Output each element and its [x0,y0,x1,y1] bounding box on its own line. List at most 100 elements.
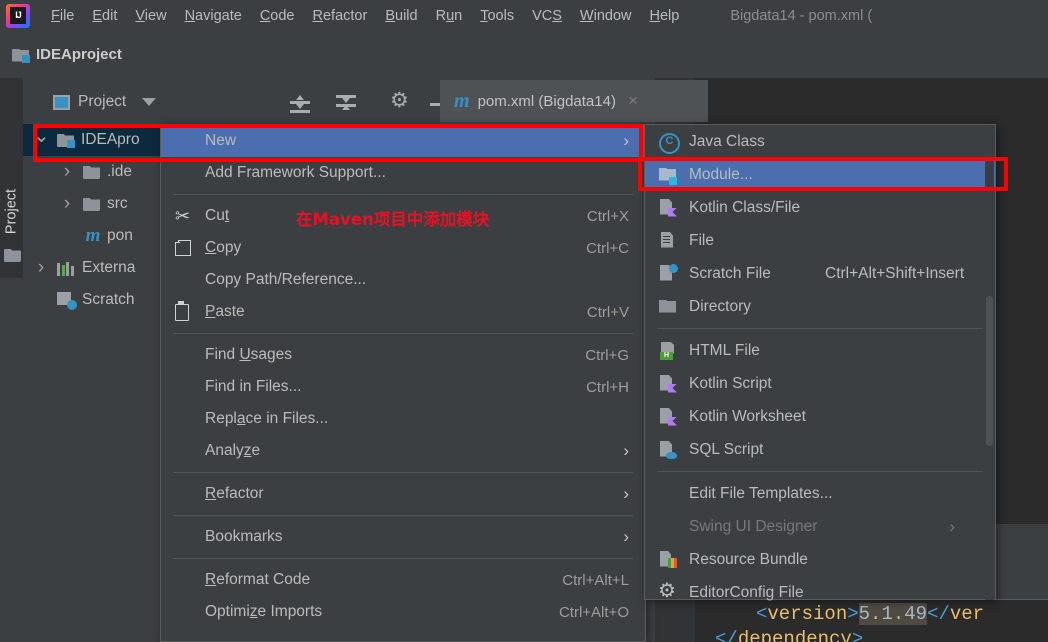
new-submenu: Java Class Module... Kotlin Class/File F… [644,124,996,603]
menu-refactor[interactable]: Refactor [304,4,377,28]
menu-code[interactable]: Code [251,4,304,28]
breadcrumb[interactable]: IDEAproject [12,46,122,63]
close-icon[interactable]: × [628,91,638,111]
context-menu-item-bookmarks[interactable]: Bookmarks › [161,521,645,553]
submenu-item-module[interactable]: Module... [645,158,995,191]
menu-item-label: Replace in Files... [205,410,329,427]
submenu-item-html-file[interactable]: HTML File [645,334,995,367]
menu-build[interactable]: Build [376,4,426,28]
menu-item-label: Java Class [689,132,765,150]
context-menu-item-refactor[interactable]: Refactor › [161,478,645,510]
scrollbar-thumb[interactable] [986,296,993,446]
tree-item-label: pon [107,227,133,244]
editor-tab-pom-xml[interactable]: m pom.xml (Bigdata14) × [440,80,708,122]
submenu-item-kotlin-script[interactable]: Kotlin Script [645,367,995,400]
context-menu: New › Add Framework Support... ✂ Cut Ctr… [160,124,646,642]
chevron-right-icon: › [623,484,629,503]
menu-help[interactable]: Help [640,4,688,28]
menu-separator [173,194,633,195]
menu-edit[interactable]: Edit [83,4,126,28]
context-menu-item-find-in-files[interactable]: Find in Files... Ctrl+H [161,371,645,403]
project-window-title: Project [78,93,127,110]
menu-tools[interactable]: Tools [471,4,523,28]
tree-item-label: Externa [82,259,136,276]
html-file-icon [659,342,689,360]
submenu-item-java-class[interactable]: Java Class [645,125,995,158]
menu-item-shortcut: Ctrl+Alt+O [558,603,629,621]
expand-all-button[interactable] [290,95,310,113]
menu-separator [173,515,633,516]
kotlin-icon [659,408,689,426]
library-icon [57,261,76,276]
annotation-text: 在Maven项目中添加模块 [296,210,490,229]
menu-item-label: Resource Bundle [689,550,808,568]
submenu-item-directory[interactable]: Directory [645,290,995,323]
menu-item-label: Swing UI Designer [689,517,818,535]
menu-file[interactable]: File [42,4,83,28]
chevron-right-icon: › [623,441,629,460]
context-menu-item-reformat-code[interactable]: Reformat Code Ctrl+Alt+L [161,564,645,596]
context-menu-item-analyze[interactable]: Analyze › [161,435,645,467]
submenu-item-kotlin-worksheet[interactable]: Kotlin Worksheet [645,400,995,433]
chevron-right-icon[interactable] [33,257,49,279]
context-menu-item-find-usages[interactable]: Find Usages Ctrl+G [161,339,645,371]
submenu-item-scratch-file[interactable]: Scratch File Ctrl+Alt+Shift+Insert [645,257,995,290]
menu-item-label: Module... [689,165,753,183]
menu-item-shortcut: Ctrl+C [586,239,629,257]
menu-item-label: Optimize Imports [205,603,323,620]
menu-item-label: Kotlin Worksheet [689,407,806,425]
chevron-right-icon: › [623,527,629,546]
copy-icon [175,240,205,256]
menu-view[interactable]: View [126,4,175,28]
context-menu-item-add-framework-support[interactable]: Add Framework Support... [161,157,645,189]
directory-icon [659,298,689,316]
menu-item-label: Find in Files... [205,378,302,395]
tree-item-label: src [107,195,128,212]
context-menu-item-optimize-imports[interactable]: Optimize Imports Ctrl+Alt+O [161,596,645,628]
submenu-item-kotlin-class-file[interactable]: Kotlin Class/File [645,191,995,224]
menu-navigate[interactable]: Navigate [176,4,251,28]
menu-window[interactable]: Window [571,4,641,28]
menu-item-label: Directory [689,297,752,315]
menu-bar: File Edit View Navigate Code Refactor Bu… [0,0,1048,31]
menu-item-label: Refactor [205,485,264,502]
submenu-item-sql-script[interactable]: SQL Script [645,433,995,466]
intellij-logo-icon [6,3,30,28]
menu-item-label: Kotlin Script [689,374,772,392]
chevron-right-icon[interactable] [59,193,75,215]
context-menu-item-new[interactable]: New › [161,125,645,157]
submenu-item-file[interactable]: File [645,224,995,257]
chevron-right-icon: › [623,131,629,150]
menu-item-label: SQL Script [689,440,764,458]
submenu-item-edit-file-templates[interactable]: Edit File Templates... [645,477,995,510]
submenu-item-editorconfig-file[interactable]: EditorConfig File [645,576,995,609]
tool-window-tab-project[interactable]: Project [1,169,24,255]
menu-item-label: Analyze [205,442,261,459]
collapse-all-button[interactable] [336,95,356,112]
submenu-scrollbar[interactable] [985,126,994,600]
context-menu-item-paste[interactable]: Paste Ctrl+V [161,296,645,328]
submenu-item-resource-bundle[interactable]: Resource Bundle [645,543,995,576]
chevron-right-icon[interactable] [59,161,75,183]
cut-icon: ✂ [175,205,191,226]
file-icon [659,232,689,250]
menu-separator [657,328,983,329]
scratch-file-icon [659,263,689,283]
settings-gear-button[interactable] [390,88,409,113]
kotlin-icon [659,199,689,217]
context-menu-item-replace-in-files[interactable]: Replace in Files... [161,403,645,435]
menu-item-label: Edit File Templates... [689,484,833,502]
module-folder-icon [57,133,75,148]
window-title: Bigdata14 - pom.xml ( [730,7,873,24]
menu-run[interactable]: Run [427,4,472,28]
context-menu-item-copy[interactable]: Copy Ctrl+C [161,232,645,264]
menu-separator [173,472,633,473]
context-menu-item-copy-path-reference[interactable]: Copy Path/Reference... [161,264,645,296]
menu-vcs[interactable]: VCS [523,4,571,28]
folder-icon [83,197,100,211]
code-dependency-close-line: </dependency> [715,628,864,642]
editorconfig-icon [658,578,689,603]
chevron-down-icon[interactable] [142,98,157,106]
project-view-icon [53,94,70,110]
chevron-down-icon[interactable] [33,128,49,153]
